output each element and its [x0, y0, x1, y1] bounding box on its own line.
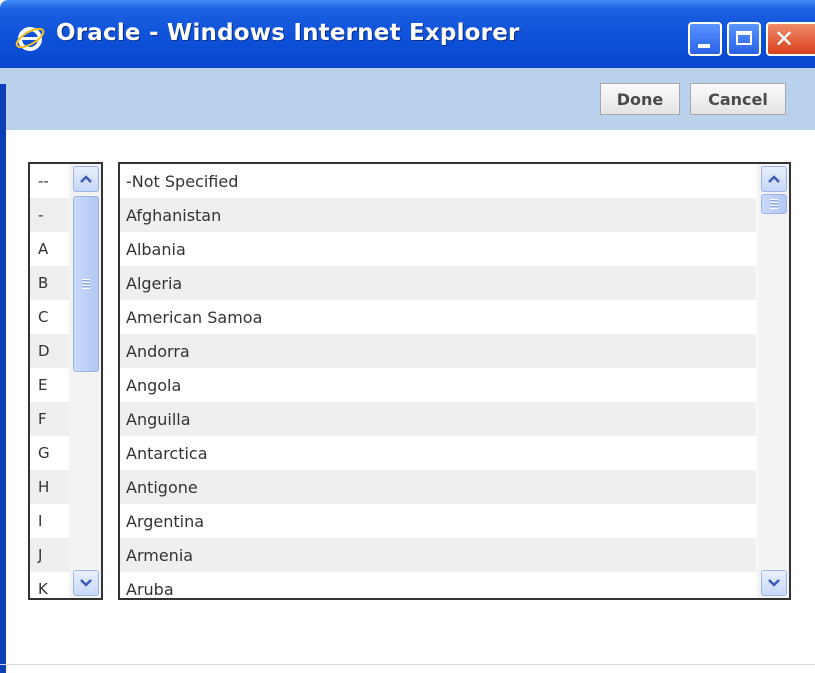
chevron-down-icon: [80, 579, 92, 587]
scroll-up-button[interactable]: [761, 166, 787, 192]
window-frame-left: [0, 84, 6, 673]
index-item[interactable]: J: [30, 538, 70, 572]
minimize-button[interactable]: [688, 22, 722, 56]
chevron-up-icon: [80, 175, 92, 183]
index-scrollbar[interactable]: [69, 164, 101, 598]
window-title: Oracle - Windows Internet Explorer: [56, 20, 520, 46]
country-listbox[interactable]: -Not Specified Afghanistan Albania Alger…: [118, 162, 791, 600]
index-item[interactable]: B: [30, 266, 70, 300]
minimize-icon: [698, 44, 710, 48]
maximize-icon: [736, 31, 752, 45]
chevron-down-icon: [768, 579, 780, 587]
close-icon: ✕: [774, 25, 795, 53]
scroll-down-button[interactable]: [761, 570, 787, 596]
list-item[interactable]: Albania: [120, 232, 756, 266]
done-button[interactable]: Done: [600, 83, 680, 115]
index-item[interactable]: E: [30, 368, 70, 402]
index-item[interactable]: -: [30, 198, 70, 232]
divider: [0, 664, 815, 665]
ie-icon: [15, 27, 45, 51]
dialog-toolbar: Done Cancel: [0, 68, 815, 130]
maximize-button[interactable]: [727, 22, 761, 56]
list-item[interactable]: -Not Specified: [120, 164, 756, 198]
cancel-button[interactable]: Cancel: [690, 83, 786, 115]
list-item[interactable]: Aruba: [120, 572, 756, 599]
index-item[interactable]: A: [30, 232, 70, 266]
scroll-up-button[interactable]: [73, 166, 99, 192]
index-item[interactable]: G: [30, 436, 70, 470]
scroll-thumb[interactable]: [761, 194, 787, 214]
country-items: -Not Specified Afghanistan Albania Alger…: [120, 164, 756, 599]
country-scrollbar[interactable]: [757, 164, 789, 598]
grip-icon: [82, 279, 90, 289]
scroll-down-button[interactable]: [73, 570, 99, 596]
index-item[interactable]: F: [30, 402, 70, 436]
index-item[interactable]: H: [30, 470, 70, 504]
index-item[interactable]: I: [30, 504, 70, 538]
index-item[interactable]: D: [30, 334, 70, 368]
chevron-up-icon: [768, 175, 780, 183]
list-item[interactable]: Antarctica: [120, 436, 756, 470]
index-listbox[interactable]: -- - A B C D E F G H I J K: [28, 162, 103, 600]
scroll-thumb[interactable]: [73, 196, 99, 372]
close-button[interactable]: ✕: [766, 22, 815, 56]
list-item[interactable]: American Samoa: [120, 300, 756, 334]
list-item[interactable]: Argentina: [120, 504, 756, 538]
list-item[interactable]: Angola: [120, 368, 756, 402]
index-item[interactable]: C: [30, 300, 70, 334]
index-item[interactable]: --: [30, 164, 70, 198]
list-item[interactable]: Andorra: [120, 334, 756, 368]
index-items: -- - A B C D E F G H I J K: [30, 164, 70, 598]
list-item[interactable]: Algeria: [120, 266, 756, 300]
list-item[interactable]: Armenia: [120, 538, 756, 572]
list-item[interactable]: Anguilla: [120, 402, 756, 436]
list-item[interactable]: Antigone: [120, 470, 756, 504]
list-item[interactable]: Afghanistan: [120, 198, 756, 232]
index-item[interactable]: K: [30, 572, 70, 598]
grip-icon: [770, 199, 778, 209]
